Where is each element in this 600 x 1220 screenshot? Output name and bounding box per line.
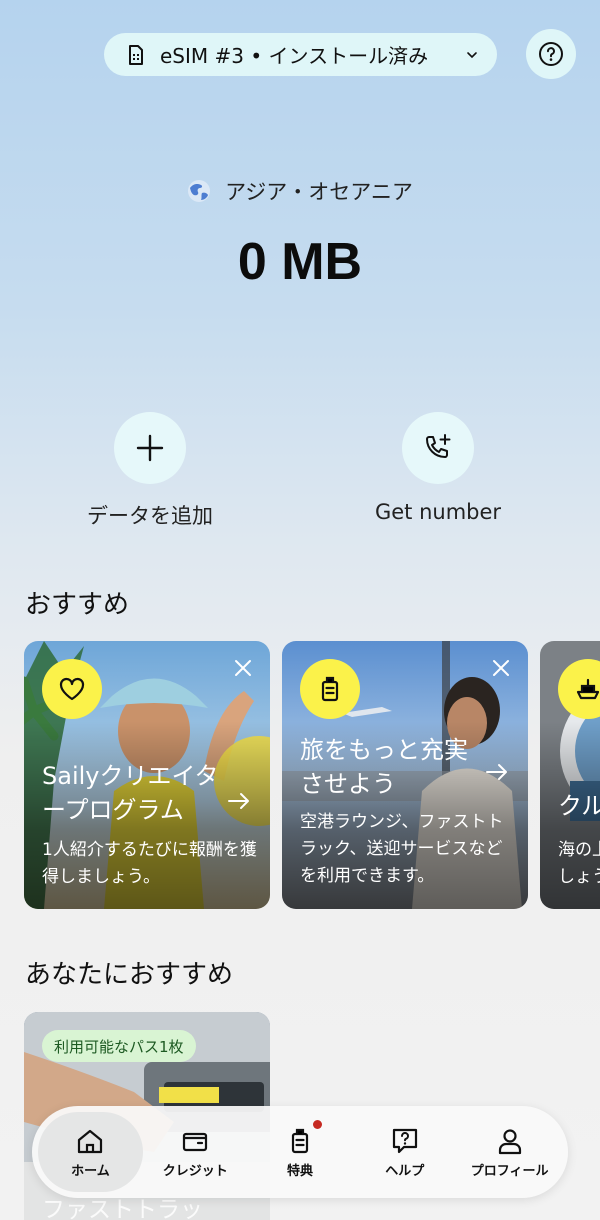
close-icon[interactable] xyxy=(490,657,512,679)
profile-icon xyxy=(495,1126,525,1156)
nav-home[interactable]: ホーム xyxy=(38,1112,143,1192)
nav-label: クレジット xyxy=(162,1163,228,1179)
close-icon[interactable] xyxy=(232,657,254,679)
card-title: 旅をもっと充実させよう xyxy=(300,736,468,798)
arrow-right-icon xyxy=(226,788,252,814)
recommended-title: おすすめ xyxy=(25,590,130,620)
help-bubble-icon xyxy=(390,1126,420,1156)
nav-profile[interactable]: プロフィール xyxy=(457,1112,562,1192)
data-remaining: 0 MB xyxy=(237,233,363,291)
card-title: クル xyxy=(558,792,600,820)
get-number-button[interactable]: Get number xyxy=(338,412,538,524)
nav-label: 特典 xyxy=(286,1163,313,1179)
pass-available-badge: 利用可能なパス1枚 xyxy=(42,1030,196,1062)
bottom-navigation: ホーム クレジット 特典 ヘルプ プロフィール xyxy=(32,1106,568,1198)
luggage-icon-badge xyxy=(300,659,360,719)
nav-perks[interactable]: 特典 xyxy=(248,1112,353,1192)
add-data-circle[interactable] xyxy=(114,412,186,484)
heart-icon-badge xyxy=(42,659,102,719)
travel-perks-card[interactable]: 旅をもっと充実させよう 空港ラウンジ、ファストトラック、送迎サービスなどを利用で… xyxy=(282,641,528,909)
for-you-title: あなたにおすすめ xyxy=(25,960,234,990)
nav-label: プロフィール xyxy=(470,1163,549,1179)
phone-plus-icon xyxy=(426,434,451,458)
creator-program-card[interactable]: Sailyクリエイタープログラム 1人紹介するたびに報酬を獲得しましょう。 xyxy=(24,641,270,909)
chevron-down-icon xyxy=(465,48,479,62)
arrow-right-icon xyxy=(484,759,510,785)
card-description: 空港ラウンジ、ファストトラック、送迎サービスなどを利用できます。 xyxy=(300,812,504,886)
card-description: 1人紹介するたびに報酬を獲得しましょう。 xyxy=(42,840,257,887)
cruise-card[interactable]: クル 海の上でもつながっていましょう xyxy=(540,641,600,909)
sim-card-icon xyxy=(124,44,146,66)
globe-icon xyxy=(187,179,211,203)
nav-label: ホーム xyxy=(71,1163,110,1179)
nav-label: ヘルプ xyxy=(385,1163,425,1179)
card-description: 海の上でもつながっていましょう xyxy=(558,840,600,887)
get-number-label: Get number xyxy=(374,500,502,524)
luggage-icon xyxy=(285,1126,315,1156)
esim-label: eSIM #3 • インストール済み xyxy=(160,44,429,68)
help-button[interactable] xyxy=(526,29,576,79)
notification-dot xyxy=(312,1120,322,1129)
recommended-carousel[interactable]: Sailyクリエイタープログラム 1人紹介するたびに報酬を獲得しましょう。 旅を… xyxy=(0,641,600,911)
esim-selector[interactable]: eSIM #3 • インストール済み xyxy=(104,33,497,76)
plus-icon xyxy=(136,434,164,462)
ship-icon xyxy=(576,678,600,700)
get-number-circle[interactable] xyxy=(402,412,474,484)
region-name: アジア・オセアニア xyxy=(225,180,413,204)
nav-credit[interactable]: クレジット xyxy=(143,1112,248,1192)
wallet-icon xyxy=(180,1126,210,1156)
help-circle-icon xyxy=(539,42,563,66)
card-title: Sailyクリエイタープログラム xyxy=(42,762,219,824)
home-icon xyxy=(75,1126,105,1156)
heart-icon xyxy=(59,677,85,701)
add-data-button[interactable]: データを追加 xyxy=(50,412,250,530)
nav-help[interactable]: ヘルプ xyxy=(352,1112,457,1192)
add-data-label: データを追加 xyxy=(87,504,213,528)
luggage-icon xyxy=(321,676,339,702)
plan-region: アジア・オセアニア xyxy=(0,176,600,206)
